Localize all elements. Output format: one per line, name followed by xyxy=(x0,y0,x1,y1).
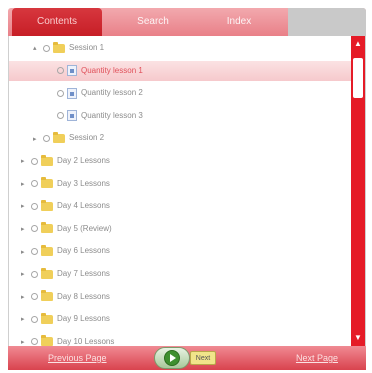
expand-toggle-icon[interactable]: ▸ xyxy=(21,175,31,195)
tree-node-bullet-icon xyxy=(31,247,38,255)
tree-item-label: Session 1 xyxy=(69,43,105,52)
tree-node-bullet-icon xyxy=(43,44,50,52)
tree-item-label: Day 9 Lessons xyxy=(57,314,110,324)
tree-node-bullet-icon xyxy=(31,315,38,323)
tree-node-bullet-icon xyxy=(31,270,38,278)
navigation-bar: Previous Page Next Next Page xyxy=(8,346,366,370)
tree-node-bullet-icon xyxy=(43,134,50,142)
tree-item-label: Quantity lesson 1 xyxy=(81,65,143,75)
tree-node-bullet-icon xyxy=(57,67,64,75)
contents-panel: ▴ Session 1 Quantity lesson 1 Quantity less… xyxy=(8,36,366,347)
folder-icon xyxy=(41,335,53,346)
play-button[interactable] xyxy=(154,347,190,369)
tree-folder-item[interactable]: ▴ Session 1 xyxy=(9,38,351,58)
tree-item-label: Day 10 Lessons xyxy=(57,336,115,346)
tree-folder-item[interactable]: ▸ Day 4 Lessons xyxy=(9,196,351,216)
tree-lesson-item[interactable]: Quantity lesson 1 xyxy=(9,60,351,81)
folder-icon xyxy=(41,199,53,211)
tab-strip: Contents Search Index xyxy=(8,8,366,36)
tree-item-label: Day 7 Lessons xyxy=(57,269,110,278)
tree-node-bullet-icon xyxy=(31,338,38,346)
folder-icon xyxy=(41,312,53,324)
tree-item-label: Day 3 Lessons xyxy=(57,178,110,188)
tree-folder-item[interactable]: ▸ Session 2 xyxy=(9,128,351,148)
tree-node-bullet-icon xyxy=(31,225,38,233)
help-window: Contents Search Index ▴ Session 1 Quantity… xyxy=(0,0,372,373)
folder-icon xyxy=(41,267,53,279)
tab-contents[interactable]: Contents xyxy=(12,8,102,36)
folder-icon xyxy=(41,222,53,234)
next-page-link[interactable]: Next Page xyxy=(296,346,338,370)
document-icon xyxy=(67,87,77,99)
tree-node-bullet-icon xyxy=(31,180,38,188)
tab-index[interactable]: Index xyxy=(204,8,274,36)
folder-icon xyxy=(41,244,53,256)
expand-toggle-icon[interactable]: ▸ xyxy=(21,310,31,330)
tree-item-label: Day 6 Lessons xyxy=(57,246,110,256)
expand-toggle-icon[interactable]: ▸ xyxy=(33,130,43,150)
tree-node-bullet-icon xyxy=(31,202,38,210)
tree-item-label: Day 8 Lessons xyxy=(57,291,110,301)
tree-item-label: Quantity lesson 3 xyxy=(81,110,143,120)
vertical-scrollbar[interactable]: ▲ ▼ xyxy=(351,36,365,346)
expand-toggle-icon[interactable]: ▸ xyxy=(21,220,31,240)
next-button[interactable]: Next xyxy=(190,351,216,365)
tree-node-bullet-icon xyxy=(57,89,64,97)
scroll-down-arrow-icon[interactable]: ▼ xyxy=(354,334,362,342)
tree-folder-item[interactable]: ▸ Day 9 Lessons xyxy=(9,309,351,329)
folder-icon xyxy=(41,290,53,302)
expand-toggle-icon[interactable]: ▴ xyxy=(33,39,43,59)
expand-toggle-icon[interactable]: ▸ xyxy=(21,265,31,285)
document-icon xyxy=(67,65,77,77)
folder-icon xyxy=(53,41,65,53)
tree-node-bullet-icon xyxy=(31,157,38,165)
document-icon xyxy=(67,110,77,122)
expand-toggle-icon[interactable]: ▸ xyxy=(21,243,31,263)
folder-icon xyxy=(53,131,65,143)
folder-icon xyxy=(41,177,53,189)
expand-toggle-icon[interactable]: ▸ xyxy=(21,197,31,217)
tab-strip-filler xyxy=(288,8,366,36)
play-icon xyxy=(164,350,180,366)
tree-item-label: Day 2 Lessons xyxy=(57,156,110,165)
tree-folder-item[interactable]: ▸ Day 7 Lessons xyxy=(9,264,351,284)
tree-folder-item[interactable]: ▸ Day 3 Lessons xyxy=(9,174,351,194)
tab-search[interactable]: Search xyxy=(108,8,198,36)
tree-item-label: Session 2 xyxy=(69,133,105,143)
expand-toggle-icon[interactable]: ▸ xyxy=(21,288,31,308)
contents-tree: ▴ Session 1 Quantity lesson 1 Quantity less… xyxy=(9,36,351,346)
tree-folder-item[interactable]: ▸ Day 6 Lessons xyxy=(9,241,351,261)
tree-node-bullet-icon xyxy=(57,112,64,120)
tree-lesson-item[interactable]: Quantity lesson 3 xyxy=(9,106,351,126)
expand-toggle-icon[interactable]: ▸ xyxy=(21,333,31,346)
scrollbar-thumb[interactable] xyxy=(353,58,363,98)
previous-page-link[interactable]: Previous Page xyxy=(48,346,107,370)
tree-item-label: Quantity lesson 2 xyxy=(81,88,143,98)
tree-node-bullet-icon xyxy=(31,293,38,301)
tree-item-label: Day 4 Lessons xyxy=(57,201,110,211)
tree-folder-item[interactable]: ▸ Day 2 Lessons xyxy=(9,151,351,171)
tree-folder-item[interactable]: ▸ Day 8 Lessons xyxy=(9,287,351,307)
tree-folder-item[interactable]: ▸ Day 5 (Review) xyxy=(9,219,351,239)
tree-lesson-item[interactable]: Quantity lesson 2 xyxy=(9,83,351,103)
folder-icon xyxy=(41,154,53,166)
scroll-up-arrow-icon[interactable]: ▲ xyxy=(354,40,362,48)
tree-item-label: Day 5 (Review) xyxy=(57,223,112,233)
tree-folder-item[interactable]: ▸ Day 10 Lessons xyxy=(9,332,351,346)
expand-toggle-icon[interactable]: ▸ xyxy=(21,152,31,172)
